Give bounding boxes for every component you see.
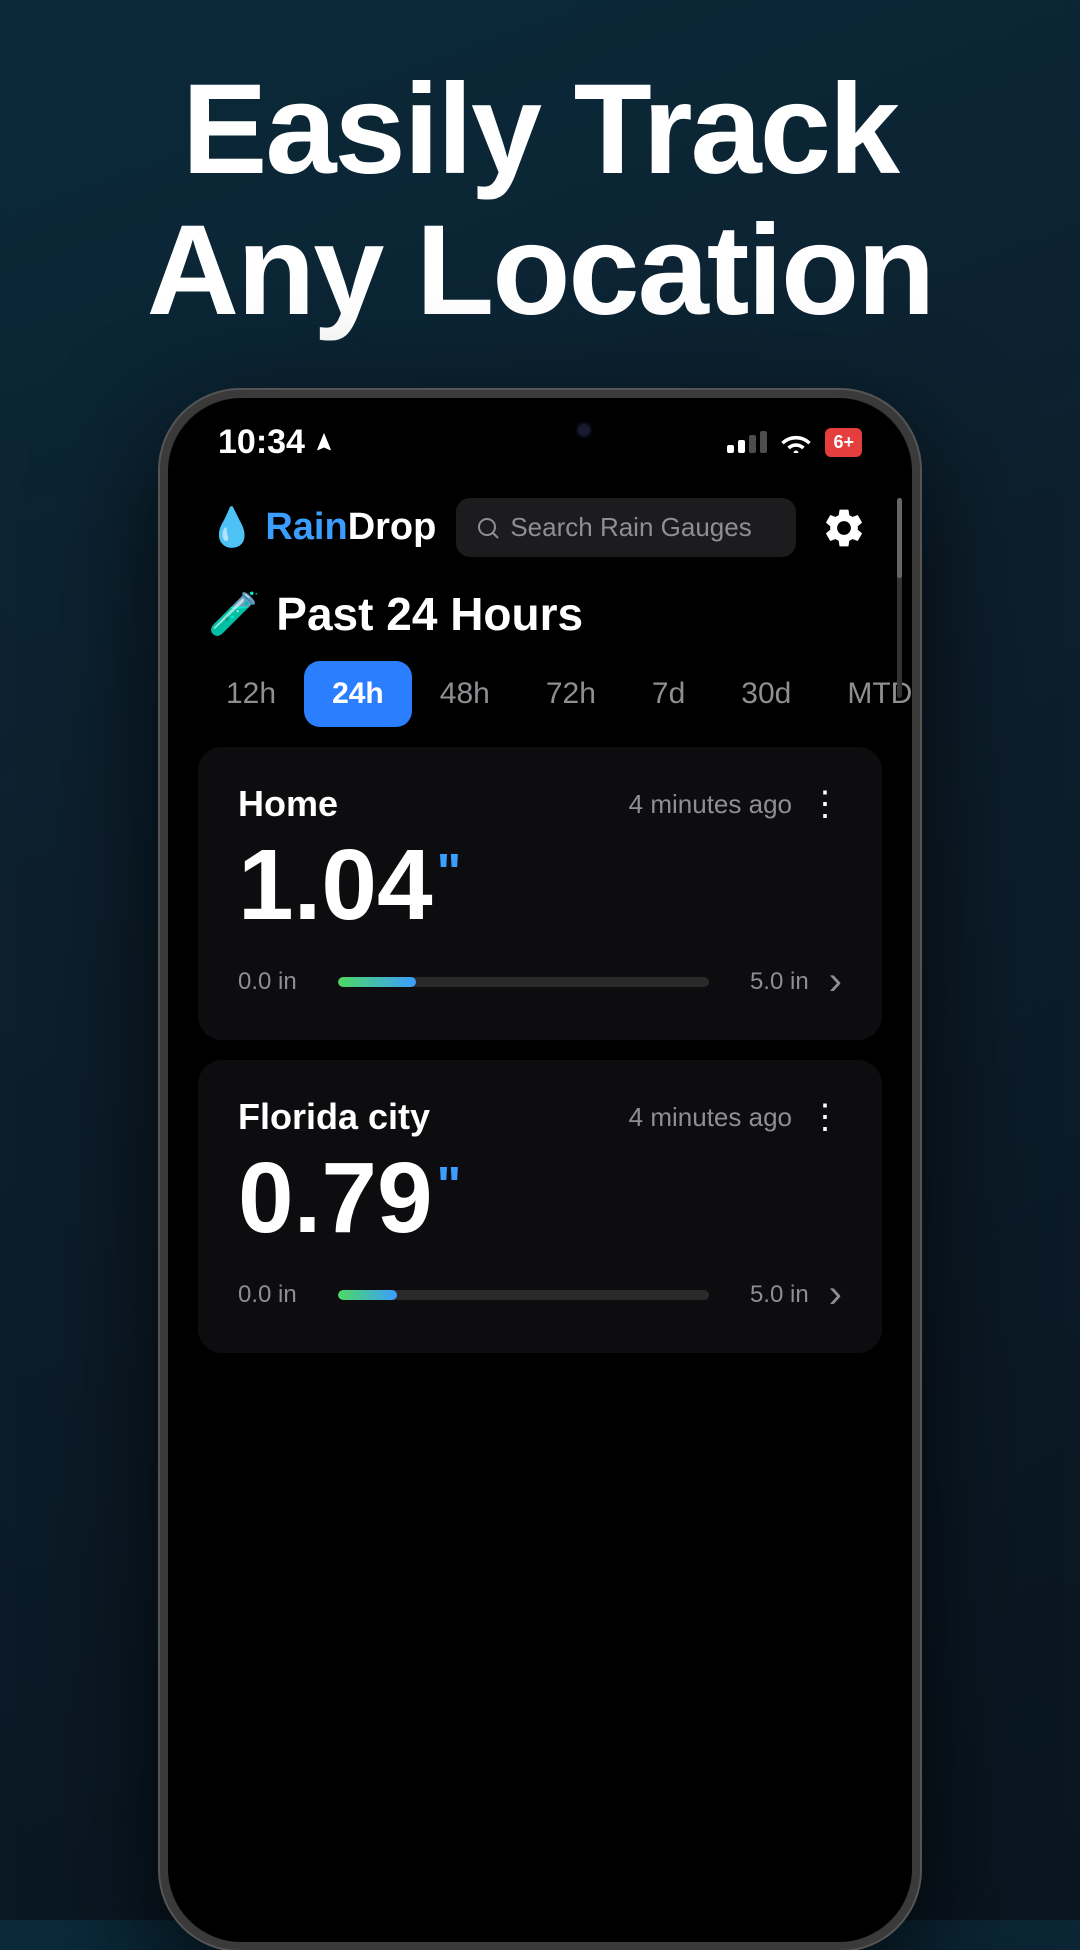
search-placeholder: Search Rain Gauges (510, 512, 751, 543)
progress-bar-home (338, 977, 709, 987)
logo-drop: Drop (348, 506, 437, 548)
tab-72h[interactable]: 72h (518, 661, 624, 727)
gauge-name-home: Home (238, 783, 338, 825)
gauge-meta-florida: 4 minutes ago ⋮ (629, 1097, 842, 1137)
gauge-list: Home 4 minutes ago ⋮ 1.04 " 0.0 in (168, 747, 912, 1373)
gauge-progress-row-home: 0.0 in 5.0 in › (238, 959, 842, 1004)
tab-7d[interactable]: 7d (624, 661, 713, 727)
wifi-icon (781, 431, 811, 453)
chevron-right-florida[interactable]: › (829, 1272, 842, 1317)
progress-fill-florida (338, 1290, 397, 1300)
chevron-right-home[interactable]: › (829, 959, 842, 1004)
tab-48h[interactable]: 48h (412, 661, 518, 727)
gauge-value-florida: 0.79 (238, 1148, 433, 1248)
gauge-meta-home: 4 minutes ago ⋮ (629, 784, 842, 824)
tab-30d[interactable]: 30d (713, 661, 819, 727)
gauge-reading-home: 1.04 " (238, 835, 842, 935)
gauge-card-home-header: Home 4 minutes ago ⋮ (238, 783, 842, 825)
gauge-progress-row-florida: 0.0 in 5.0 in › (238, 1272, 842, 1317)
progress-max-home: 5.0 in (729, 968, 809, 996)
status-icons: 6+ (727, 428, 862, 457)
progress-max-florida: 5.0 in (729, 1281, 809, 1309)
scroll-thumb[interactable] (897, 498, 902, 578)
phone-mockup: 10:34 6+ (160, 390, 920, 1950)
status-time: 10:34 (218, 423, 335, 462)
time-display: 10:34 (218, 423, 305, 462)
section-title: Past 24 Hours (276, 587, 583, 641)
hero-section: Easily Track Any Location (0, 0, 1080, 382)
progress-min-home: 0.0 in (238, 968, 318, 996)
phone-screen: 10:34 6+ (168, 398, 912, 1942)
gear-icon (821, 505, 867, 551)
section-header: 🧪 Past 24 Hours (168, 577, 912, 661)
time-tabs: 12h 24h 48h 72h 7d 30d MTD YT (168, 661, 912, 747)
app-logo: 💧 RainDrop (208, 506, 436, 550)
gauge-name-florida: Florida city (238, 1096, 430, 1138)
scroll-track[interactable] (897, 498, 902, 698)
gauge-reading-florida: 0.79 " (238, 1148, 842, 1248)
progress-min-florida: 0.0 in (238, 1281, 318, 1309)
gauge-card-florida-header: Florida city 4 minutes ago ⋮ (238, 1096, 842, 1138)
app-header: 💧 RainDrop Search Rain Gauges (168, 478, 912, 577)
dynamic-island (460, 414, 620, 454)
search-icon (476, 516, 500, 540)
gauge-time-home: 4 minutes ago (629, 789, 792, 820)
phone-frame: 10:34 6+ (160, 390, 920, 1950)
gauge-value-home: 1.04 (238, 835, 433, 935)
battery-indicator: 6+ (825, 428, 862, 457)
gauge-icon: 🧪 (208, 590, 260, 639)
app-content: 💧 RainDrop Search Rain Gauges (168, 468, 912, 1942)
front-camera (576, 422, 592, 438)
settings-button[interactable] (816, 500, 872, 556)
signal-icon (727, 431, 767, 453)
gauge-menu-florida[interactable]: ⋮ (808, 1097, 842, 1137)
search-bar[interactable]: Search Rain Gauges (456, 498, 796, 557)
location-arrow-icon (313, 431, 335, 453)
progress-fill-home (338, 977, 416, 987)
gauge-menu-home[interactable]: ⋮ (808, 784, 842, 824)
hero-line1: Easily Track (0, 60, 1080, 201)
logo-rain: Rain (265, 506, 347, 548)
tab-12h[interactable]: 12h (198, 661, 304, 727)
progress-bar-florida (338, 1290, 709, 1300)
gauge-card-home: Home 4 minutes ago ⋮ 1.04 " 0.0 in (198, 747, 882, 1040)
battery-label: 6+ (833, 432, 854, 453)
tab-24h[interactable]: 24h (304, 661, 412, 727)
gauge-time-florida: 4 minutes ago (629, 1102, 792, 1133)
gauge-unit-florida: " (437, 1160, 462, 1212)
logo-text: RainDrop (265, 506, 436, 549)
gauge-card-florida: Florida city 4 minutes ago ⋮ 0.79 " 0.0 … (198, 1060, 882, 1353)
hero-line2: Any Location (0, 201, 1080, 342)
logo-icon: 💧 (208, 506, 255, 550)
gauge-unit-home: " (437, 847, 462, 899)
